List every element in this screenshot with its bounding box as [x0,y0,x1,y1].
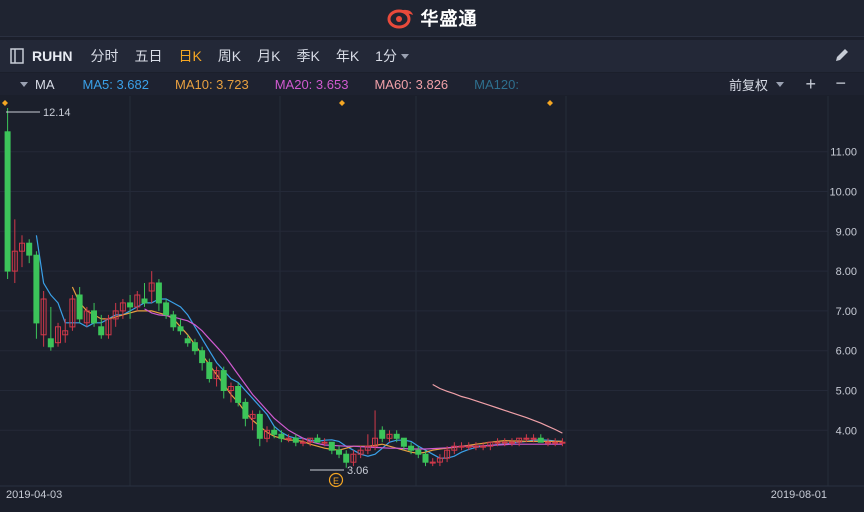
candle-body [76,294,83,320]
candle-body [4,131,11,272]
candle-body [26,242,33,256]
candle-body [465,445,472,448]
ma10-value: MA10: 3.723 [175,76,249,92]
candle-body [321,441,328,444]
candle-body [292,437,299,443]
ma20-value: MA20: 3.653 [274,76,349,92]
price-adjust-select[interactable]: 前复权 [729,75,784,94]
minute-period-label: 1分 [375,48,397,64]
collapse-indicator-icon[interactable] [20,81,28,87]
candle-body [480,445,487,448]
period-tab-quarterly[interactable]: 季K [296,46,319,66]
pencil-icon[interactable] [834,47,850,63]
y-tick-label: 11.00 [830,147,857,159]
brand-name: 华盛通 [420,9,478,29]
candle-body [206,362,213,380]
chevron-down-icon [400,53,409,59]
candle-body [242,401,249,419]
low-price-label: 3.06 [347,465,368,477]
candle-body [300,441,306,444]
high-price-label: 12.14 [43,107,71,119]
candle-body [379,429,386,439]
candle-body [552,441,559,444]
period-tab-yearly[interactable]: 年K [336,46,359,66]
candle-body [393,433,400,439]
period-tab-daily[interactable]: 日K [178,46,201,66]
candle-body [170,314,177,328]
candle-body [508,441,515,444]
candle-body [184,338,191,344]
y-tick-label: 4.00 [836,425,857,437]
candle-body [177,326,184,332]
panel-toggle-icon[interactable] [10,48,24,64]
candle-body [155,282,162,304]
period-tab-intraday[interactable]: 分时 [90,46,118,66]
candle-body [98,326,105,336]
candle-body [199,350,206,364]
y-tick-label: 5.00 [836,385,857,397]
event-badge-letter: E [333,476,339,486]
x-axis-end-label: 2019-08-01 [771,489,827,501]
candle-body [494,441,501,444]
minus-icon[interactable]: − [835,73,846,94]
brand: 华盛通 [387,5,478,31]
candle-body [285,437,292,440]
y-tick-label: 6.00 [836,346,857,358]
plus-icon[interactable]: + [805,74,816,95]
y-tick-label: 7.00 [836,306,857,318]
candle-body [91,310,97,324]
candle-body [530,437,537,440]
y-tick-label: 8.00 [836,266,857,278]
candle-body [256,413,263,439]
y-tick-label: 10.00 [829,187,857,199]
period-tab-monthly[interactable]: 月K [257,46,280,66]
indicator-name: MA [35,76,55,92]
chevron-down-icon [776,81,784,87]
candle-body [33,254,40,324]
candle-body [278,433,285,439]
candle-body [545,441,551,444]
candle-body [127,302,134,308]
brand-logo-icon [387,9,413,29]
candle-body [47,338,54,348]
stock-symbol: RUHN [32,48,73,64]
period-tab-five-day[interactable]: 五日 [134,46,162,66]
candle-body [429,461,436,464]
candle-body [537,437,544,443]
chart-toolbar: RUHN 分时 五日 日K 周K 月K 季K 年K 1分 [0,40,864,72]
candle-body [191,342,198,352]
candle-body [400,437,407,447]
candle-body [271,429,278,435]
minute-period-select[interactable]: 1分 [375,46,409,66]
candle-body [336,449,342,455]
candle-body [408,445,415,451]
candle-body [422,453,429,463]
candle-body [343,453,350,463]
ma120-value: MA120: [474,76,519,92]
period-tab-weekly[interactable]: 周K [218,46,241,66]
y-tick-label: 9.00 [836,226,857,238]
candle-body [472,445,479,448]
candle-body [415,449,422,455]
candle-body [141,298,148,304]
candle-body [328,441,335,451]
candle-body [235,386,242,403]
title-bar: 华盛通 [0,0,864,37]
candle-body [559,441,566,444]
price-adjust-label: 前复权 [728,77,768,93]
candle-body [501,441,508,444]
candle-body [163,302,170,316]
candlestick-chart[interactable]: 11.00 10.00 9.00 8.00 7.00 6.00 5.00 4.00 12.14… [0,96,864,512]
candle-body [314,437,321,443]
x-axis-start-label: 2019-04-03 [6,489,62,501]
ma60-value: MA60: 3.826 [374,76,449,92]
candle-body [523,437,530,440]
ma5-value: MA5: 3.682 [82,76,150,92]
candle-body [220,370,227,392]
ma-legend-bar: MA MA5: 3.682 MA10: 3.723 MA20: 3.653 MA… [0,73,864,95]
candle-body [458,445,465,448]
